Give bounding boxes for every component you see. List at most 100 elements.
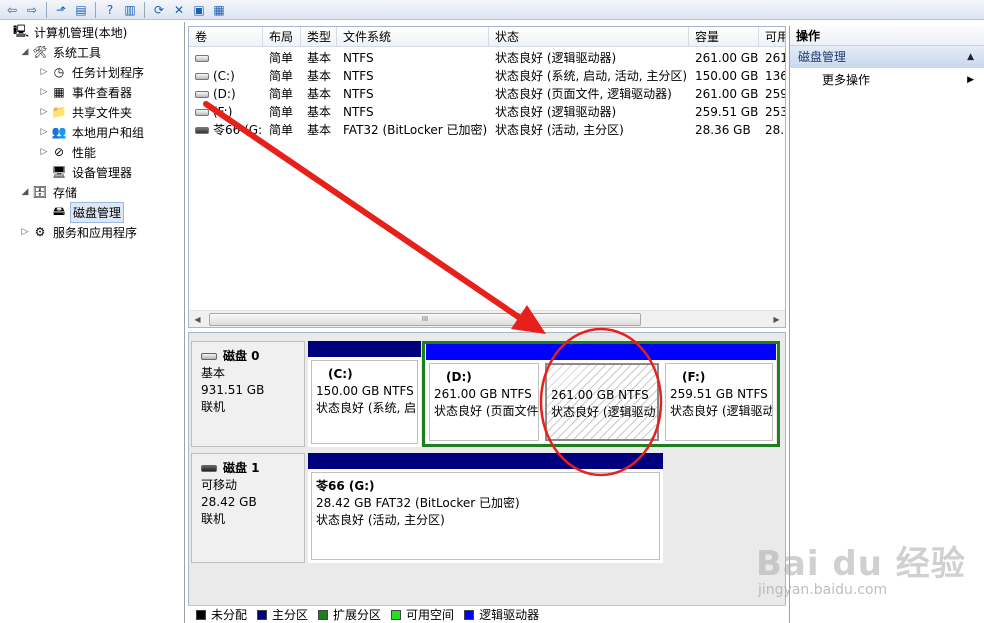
tree-item[interactable]: ▷ ▦ 事件查看器 (0, 82, 184, 102)
partition[interactable]: (C:) 150.00 GB NTFS 状态良好 (系统, 启 (308, 341, 421, 447)
partition-name: 苓66 (G:) (316, 479, 375, 493)
scroll-right-icon[interactable]: ▶ (768, 311, 785, 327)
expand-icon[interactable]: ◢ (19, 187, 31, 197)
volume-cell: NTFS (343, 51, 374, 65)
volume-cell: 简单 (269, 105, 294, 119)
tree-item-label: 存储 (53, 185, 78, 200)
volume-cell: 28. (765, 123, 785, 137)
legend-swatch (464, 609, 475, 620)
disk-name-text: 磁盘 0 (223, 349, 260, 363)
partition[interactable]: (F:) 259.51 GB NTFS 状态良好 (逻辑驱动 (662, 344, 776, 444)
toolbar-separator (144, 1, 145, 18)
tree-item-label: 计算机管理(本地) (34, 25, 128, 40)
volume-row[interactable]: (F:) 简单 基本 NTFS 状态良好 (逻辑驱动器) 259.51 GB 253 (189, 103, 786, 121)
show-hide-tree-icon[interactable]: ▤ (71, 1, 91, 19)
tree-item[interactable]: ▷ 👥 本地用户和组 (0, 122, 184, 142)
tree-item[interactable]: ◢ 🗄 存储 (0, 182, 184, 202)
tree-item-label: 事件查看器 (72, 85, 133, 100)
expand-icon[interactable]: ▷ (38, 147, 50, 157)
actions-section-disk-management[interactable]: 磁盘管理 ▲ (790, 46, 984, 68)
expand-icon[interactable]: ▷ (38, 67, 50, 77)
column-header[interactable]: 布局 (263, 27, 301, 47)
disk-label[interactable]: 磁盘 0 基本 931.51 GB 联机 (191, 341, 305, 447)
volume-row[interactable]: 简单 基本 NTFS 状态良好 (逻辑驱动器) 261.00 GB 261 (189, 49, 785, 67)
tree-item[interactable]: ▷ ◷ 任务计划程序 (0, 62, 184, 82)
column-header[interactable]: 状态 (489, 27, 689, 47)
partition-body: 苓66 (G:) 28.42 GB FAT32 (BitLocker 已加密) 状态… (311, 472, 660, 560)
expand-icon[interactable]: ▷ (38, 87, 50, 97)
storage-icon: 🗄 (32, 185, 48, 199)
volume-cell: FAT32 (BitLocker 已加密) (343, 123, 488, 137)
refresh-icon[interactable]: ⟳ (149, 1, 169, 19)
forward-icon[interactable]: ⇨ (22, 1, 42, 19)
column-header[interactable]: 可用 (759, 27, 785, 47)
partition[interactable]: 261.00 GB NTFS 状态良好 (逻辑驱动 (542, 344, 662, 444)
users-icon: 👥 (51, 125, 67, 139)
tree-item[interactable]: 🖴 磁盘管理 (0, 201, 184, 223)
volume-cell: 苓66 (G:) (189, 121, 263, 139)
volume-row[interactable]: (D:) 简单 基本 NTFS 状态良好 (页面文件, 逻辑驱动器) 261.00 GB 2… (189, 85, 786, 103)
help-topic-icon[interactable]: ▦ (209, 1, 229, 19)
tree-item[interactable]: ▷ 📁 共享文件夹 (0, 102, 184, 122)
volume-cell: NTFS (343, 69, 374, 83)
volume-cell: 简单 (269, 87, 294, 101)
properties-icon[interactable]: ▣ (189, 1, 209, 19)
volume-name: (D:) (213, 87, 236, 101)
volume-row[interactable]: 苓66 (G:) 简单 基本 FAT32 (BitLocker 已加密) 状态良好 (活… (189, 121, 785, 139)
partition-body: 261.00 GB NTFS 状态良好 (逻辑驱动 (545, 363, 659, 441)
column-header[interactable]: 容量 (689, 27, 759, 47)
volume-cell: NTFS (343, 105, 374, 119)
scroll-thumb[interactable]: III (209, 313, 641, 326)
legend-label: 未分配 (211, 608, 248, 622)
volume-cell: 259.51 GB (695, 105, 759, 119)
column-header[interactable]: 文件系统 (337, 27, 489, 47)
navigation-tree: 🖳 计算机管理(本地) ◢ 🛠 系统工具 ▷ ◷ 任务计划程序 ▷ ▦ 事件查看器 ▷ 📁 共享文件夹 ▷ 👥… (0, 22, 185, 623)
volume-cell: 状态良好 (活动, 主分区) (495, 123, 624, 137)
partition[interactable]: (D:) 261.00 GB NTFS 状态良好 (页面文件 (426, 344, 542, 444)
scroll-left-icon[interactable]: ◀ (189, 311, 206, 327)
partition-size: 28.42 GB FAT32 (BitLocker 已加密) (316, 496, 520, 510)
tree-item[interactable]: ▷ ⊘ 性能 (0, 142, 184, 162)
volume-cell: 基本 (307, 51, 332, 65)
back-icon[interactable]: ⇦ (2, 1, 22, 19)
volume-cell: 基本 (307, 87, 332, 101)
legend-swatch (257, 609, 268, 620)
toolbar-separator (95, 1, 96, 18)
partition-size: 259.51 GB NTFS (670, 387, 768, 401)
tree-item[interactable]: 🖥 设备管理器 (0, 162, 184, 182)
volume-cell: 状态良好 (逻辑驱动器) (495, 105, 617, 119)
expand-icon[interactable]: ◢ (19, 47, 31, 57)
column-header[interactable]: 卷 (189, 27, 263, 47)
partition-status: 状态良好 (逻辑驱动 (670, 404, 773, 418)
volume-cell: 状态良好 (系统, 启动, 活动, 主分区) (495, 69, 688, 83)
collapse-up-icon[interactable]: ▲ (967, 46, 974, 68)
volume-cell: 253 (765, 105, 786, 119)
volume-cell: 259 (765, 87, 786, 101)
disk-graph: 磁盘 0 基本 931.51 GB 联机 磁盘 1 可移动 28.42 GB 联机 (C:) 15… (188, 332, 786, 623)
help-icon[interactable]: ? (100, 1, 120, 19)
volume-name: 苓66 (G:) (213, 123, 263, 137)
expand-icon[interactable]: ▷ (38, 127, 50, 137)
volume-cell (189, 49, 263, 67)
tree-item[interactable]: 🖳 计算机管理(本地) (0, 22, 184, 42)
tree-item[interactable]: ◢ 🛠 系统工具 (0, 42, 184, 62)
tree-item-label: 磁盘管理 (70, 201, 125, 223)
tree-item[interactable]: ▷ ⚙ 服务和应用程序 (0, 222, 184, 242)
volume-cell: 261.00 GB (695, 51, 759, 65)
expand-icon[interactable]: ▷ (38, 107, 50, 117)
volume-row[interactable]: (C:) 简单 基本 NTFS 状态良好 (系统, 启动, 活动, 主分区) 150.00… (189, 67, 785, 85)
disk-state: 联机 (201, 512, 226, 526)
more-actions-item[interactable]: 更多操作 ▶ (790, 68, 984, 92)
up-folder-icon[interactable]: ⬏ (51, 1, 71, 19)
delete-icon[interactable]: ✕ (169, 1, 189, 19)
partition-size: 150.00 GB NTFS (316, 384, 414, 398)
disk-label[interactable]: 磁盘 1 可移动 28.42 GB 联机 (191, 453, 305, 563)
partition[interactable]: 苓66 (G:) 28.42 GB FAT32 (BitLocker 已加密) 状态… (308, 453, 663, 563)
column-header[interactable]: 类型 (301, 27, 337, 47)
partition-name: (C:) (328, 367, 353, 381)
partition-size: 261.00 GB NTFS (551, 388, 649, 402)
show-hide-action-icon[interactable]: ▥ (120, 1, 140, 19)
expand-icon[interactable]: ▷ (19, 227, 31, 237)
disk-name: 磁盘 1 (201, 460, 304, 477)
horizontal-scrollbar[interactable]: ◀ III ▶ (189, 310, 785, 327)
